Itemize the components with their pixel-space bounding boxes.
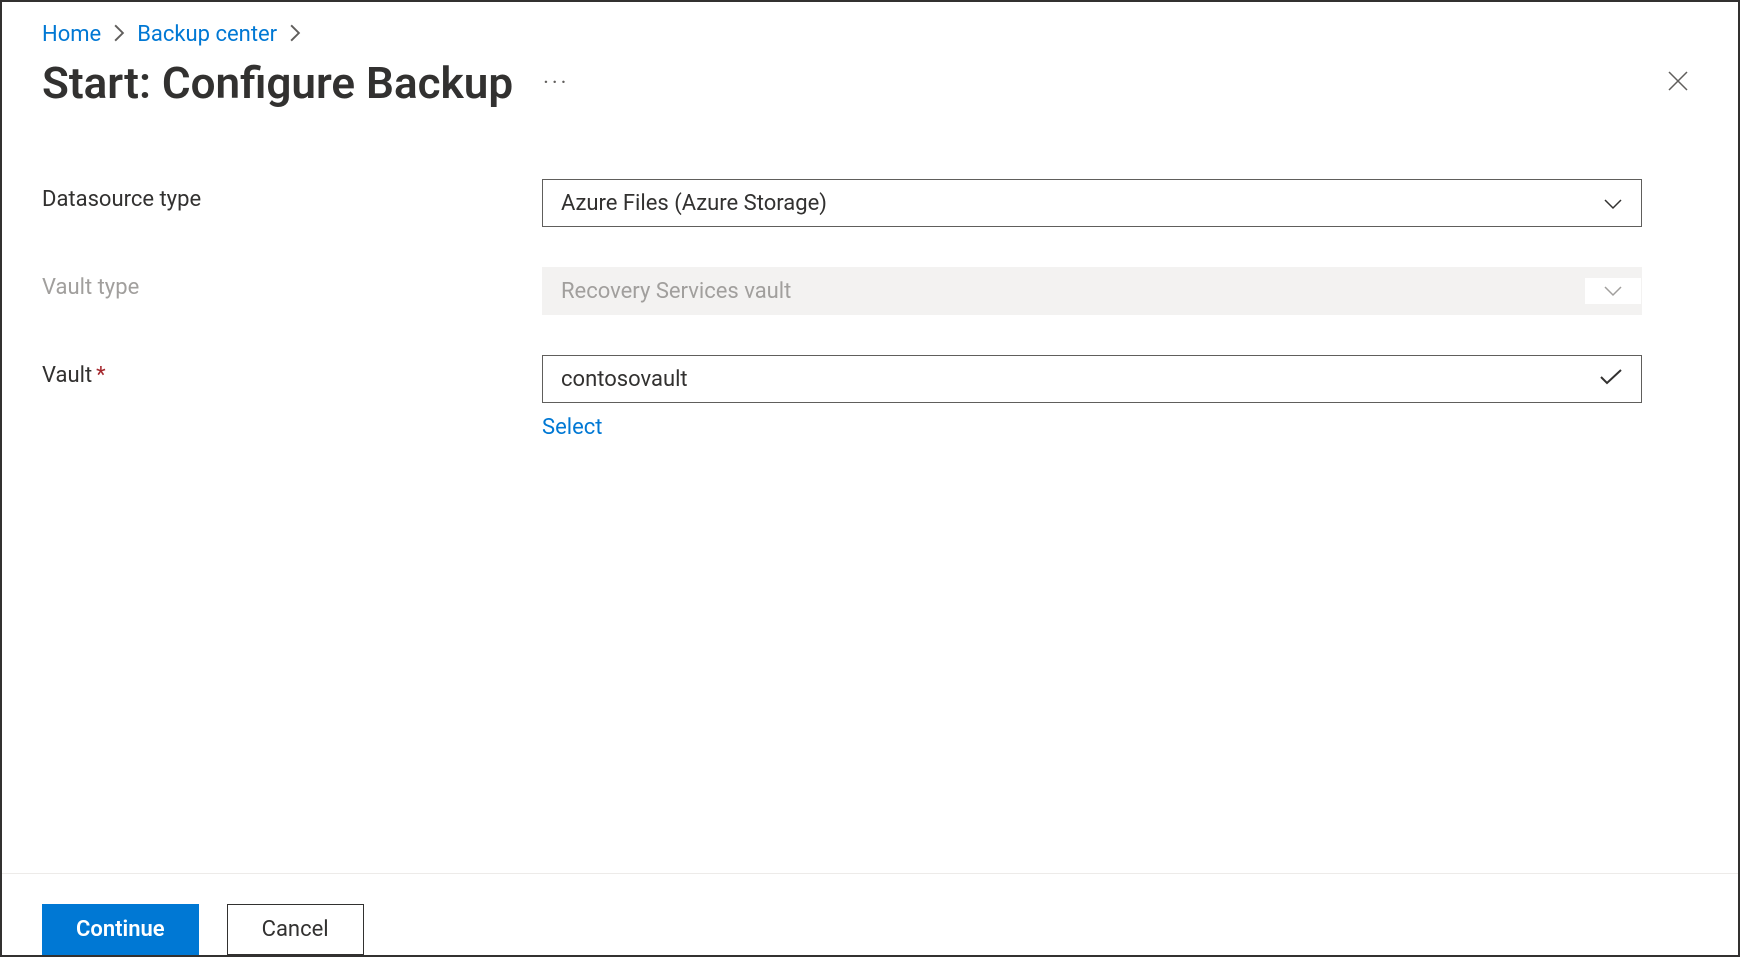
- footer-actions: Continue Cancel: [2, 873, 1738, 955]
- checkmark-icon: [1599, 367, 1623, 392]
- field-vault-type: Vault type Recovery Services vault: [42, 267, 1698, 315]
- required-indicator: *: [96, 363, 105, 388]
- field-vault: Vault* contosovault Select: [42, 355, 1698, 440]
- chevron-right-icon: [113, 24, 125, 46]
- form-body: Datasource type Azure Files (Azure Stora…: [2, 109, 1738, 440]
- cancel-button[interactable]: Cancel: [227, 904, 364, 955]
- continue-button[interactable]: Continue: [42, 904, 199, 955]
- field-datasource-type: Datasource type Azure Files (Azure Stora…: [42, 179, 1698, 227]
- vault-type-select: Recovery Services vault: [542, 267, 1642, 315]
- breadcrumb: Home Backup center: [2, 2, 1738, 47]
- datasource-type-label: Datasource type: [42, 179, 542, 212]
- breadcrumb-link-backup-center[interactable]: Backup center: [137, 22, 277, 47]
- vault-label-text: Vault: [42, 363, 92, 388]
- vault-type-value: Recovery Services vault: [561, 279, 791, 304]
- chevron-right-icon: [289, 24, 301, 46]
- close-icon: [1666, 69, 1690, 93]
- datasource-type-value: Azure Files (Azure Storage): [561, 191, 827, 216]
- vault-label: Vault*: [42, 355, 542, 388]
- chevron-down-icon: [1603, 191, 1623, 216]
- more-options-icon[interactable]: ···: [543, 71, 569, 96]
- close-button[interactable]: [1658, 61, 1698, 106]
- page-header: Start: Configure Backup ···: [2, 47, 1738, 109]
- vault-select[interactable]: contosovault: [542, 355, 1642, 403]
- chevron-down-icon: [1585, 278, 1641, 304]
- page-title: Start: Configure Backup: [42, 57, 513, 109]
- vault-value: contosovault: [561, 367, 688, 392]
- breadcrumb-link-home[interactable]: Home: [42, 22, 101, 47]
- datasource-type-select[interactable]: Azure Files (Azure Storage): [542, 179, 1642, 227]
- vault-select-link[interactable]: Select: [542, 415, 602, 440]
- vault-type-label: Vault type: [42, 267, 542, 300]
